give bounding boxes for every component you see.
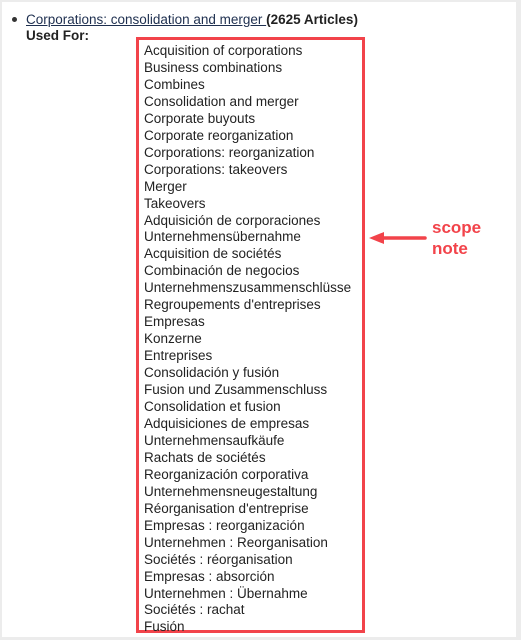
used-for-term: Empresas : reorganización	[144, 517, 305, 533]
used-for-term: Sociétés : rachat	[144, 602, 245, 618]
used-for-term: Combinación de negocios	[144, 263, 300, 279]
used-for-term: Consolidation et fusion	[144, 399, 281, 415]
used-for-term: Takeovers	[144, 195, 206, 211]
used-for-term: Acquisition de sociétés	[144, 246, 282, 262]
subject-link[interactable]: Corporations: consolidation and merger	[26, 12, 266, 27]
annotation-line-2: note	[432, 239, 468, 258]
used-for-term: Corporations: takeovers	[144, 161, 288, 177]
arrow-left-icon	[369, 232, 427, 244]
used-for-term: Adquisiciones de empresas	[144, 415, 310, 431]
used-for-term: Fusión	[144, 619, 185, 635]
used-for-term: Unternehmenszusammenschlüsse	[144, 280, 352, 296]
used-for-term: Corporate reorganization	[144, 127, 294, 143]
used-for-term: Empresas : absorción	[144, 568, 275, 584]
annotation-line-1: scope	[432, 218, 482, 237]
used-for-term: Adquisición de corporaciones	[144, 212, 321, 228]
used-for-term: Acquisition of corporations	[144, 43, 303, 58]
used-for-term: Combines	[144, 76, 205, 92]
used-for-term: Merger	[144, 178, 187, 194]
used-for-term: Unternehmen : Reorganisation	[144, 534, 328, 550]
used-for-term: Reorganización corporativa	[144, 466, 309, 482]
list-bullet	[12, 17, 17, 22]
used-for-term: Corporations: reorganization	[144, 144, 315, 160]
used-for-list: Acquisition of corporations Business comb…	[144, 43, 351, 636]
used-for-term: Business combinations	[144, 59, 283, 75]
used-for-term: Unternehmensneugestaltung	[144, 483, 318, 499]
used-for-term: Empresas	[144, 314, 205, 330]
used-for-term: Entreprises	[144, 348, 213, 364]
used-for-term: Unternehmensübernahme	[144, 229, 301, 245]
used-for-term: Consolidation and merger	[144, 93, 299, 109]
used-for-term: Rachats de sociétés	[144, 449, 266, 465]
used-for-label: Used For:	[26, 28, 90, 43]
used-for-term: Corporate buyouts	[144, 110, 256, 126]
used-for-term: Fusion und Zusammenschluss	[144, 382, 328, 398]
used-for-term: Réorganisation d'entreprise	[144, 500, 309, 516]
used-for-term: Konzerne	[144, 331, 202, 347]
used-for-term: Consolidación y fusión	[144, 365, 280, 381]
used-for-term: Sociétés : réorganisation	[144, 551, 293, 567]
subject-heading: Corporations: consolidation and merger (…	[26, 12, 358, 28]
scope-note-annotation: scope note	[432, 217, 481, 259]
used-for-term: Regroupements d'entreprises	[144, 297, 321, 313]
article-count: (2625 Articles)	[266, 12, 358, 27]
used-for-term: Unternehmensaufkäufe	[144, 432, 285, 448]
used-for-term: Unternehmen : Übernahme	[144, 585, 308, 601]
